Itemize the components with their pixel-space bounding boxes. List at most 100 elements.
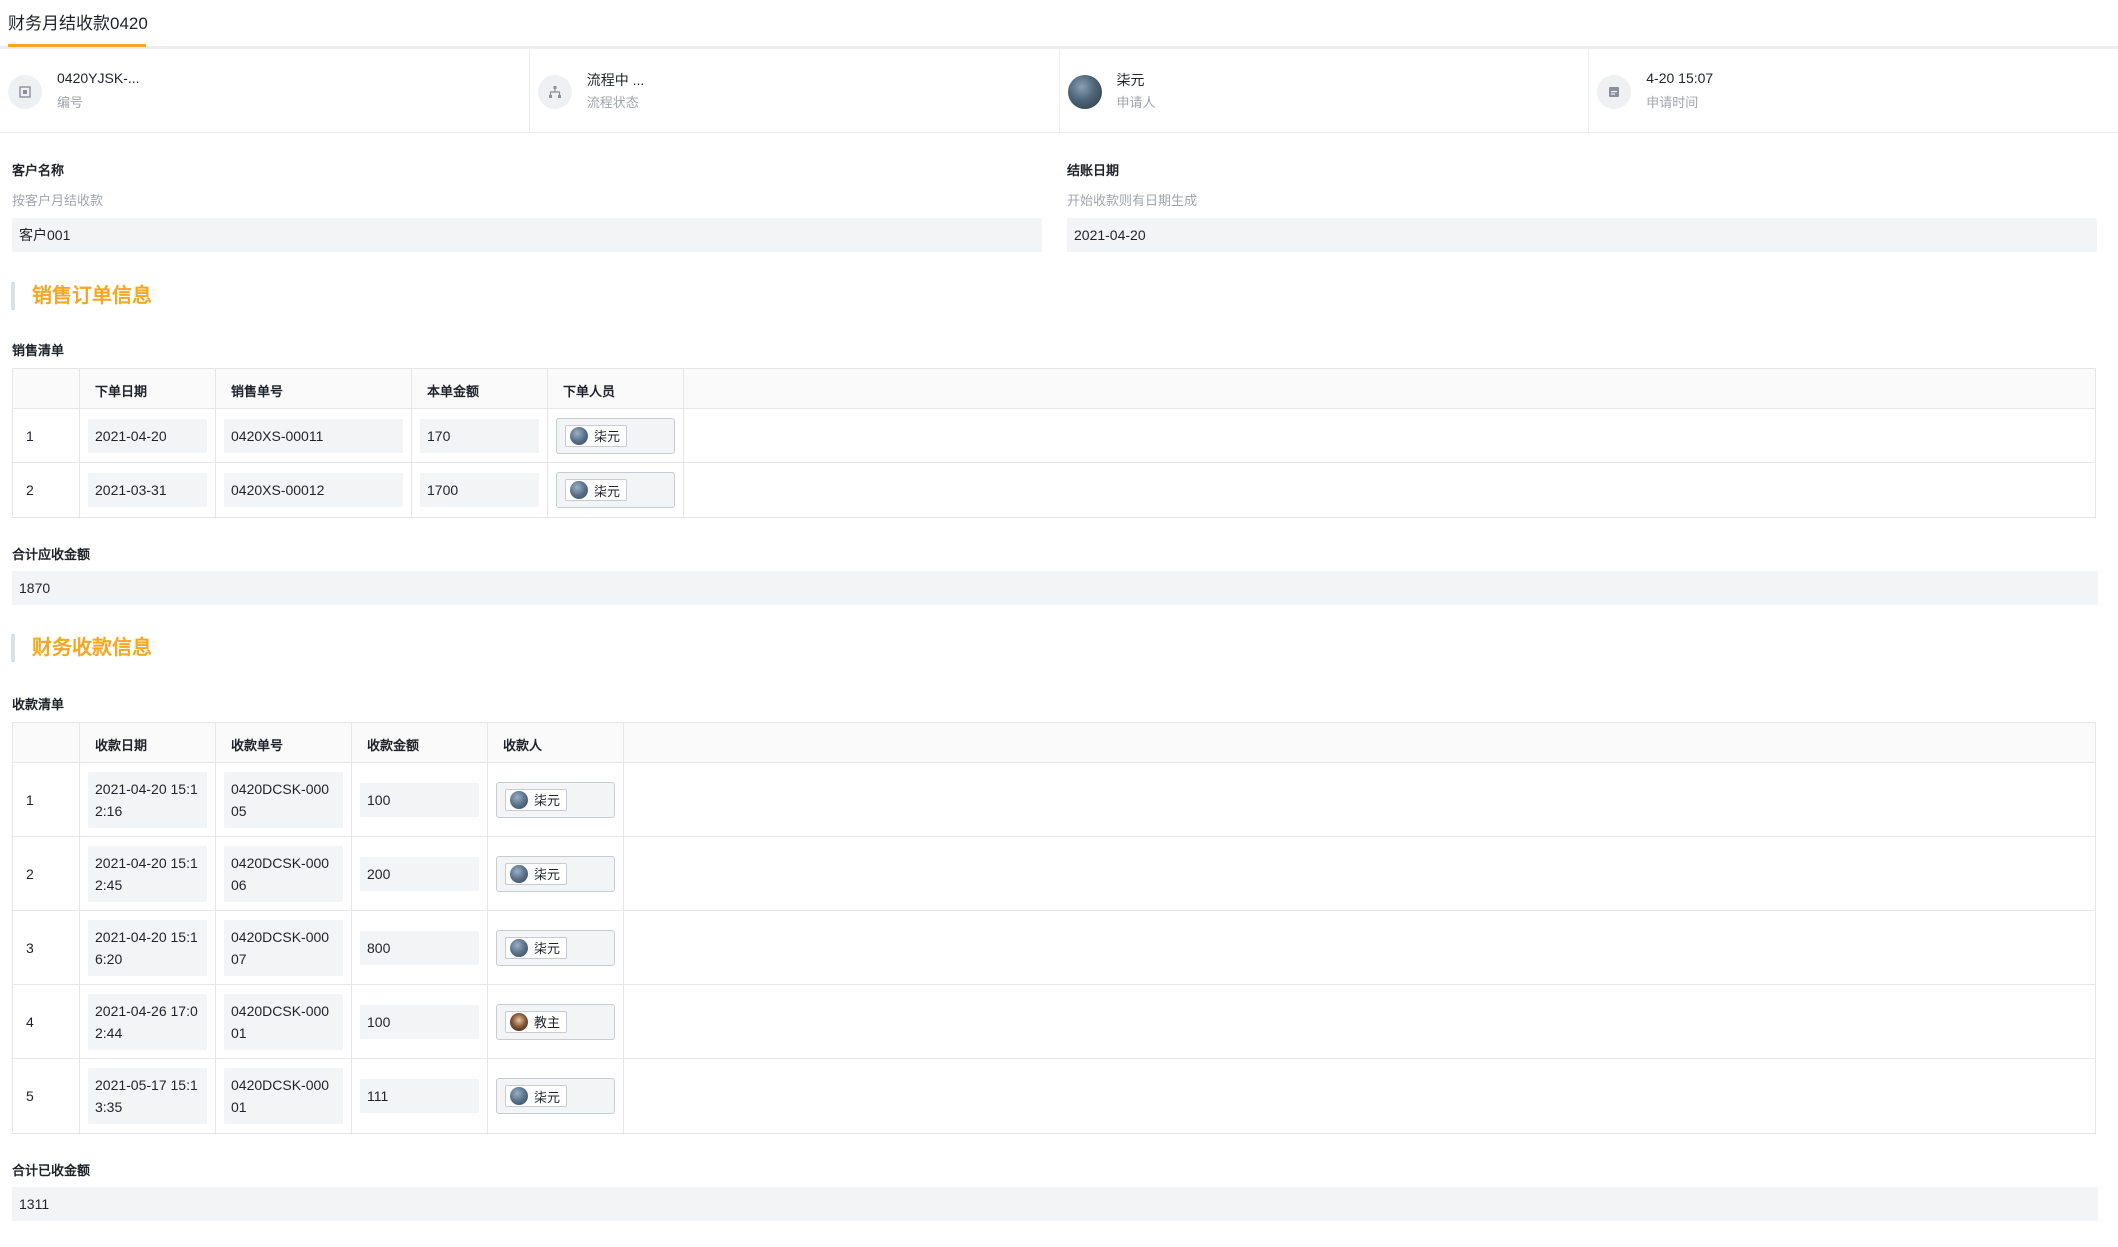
user-chip: 柒元	[505, 936, 568, 959]
user-name: 教主	[534, 1015, 561, 1030]
status-label: 流程状态	[586, 95, 639, 110]
user-name: 柒元	[594, 483, 621, 499]
number-label: 编号	[57, 95, 84, 110]
user-chip: 教主	[505, 1010, 568, 1033]
receipt-no-cell[interactable]: 0420DCSK-00001	[224, 1068, 343, 1124]
user-name: 柒元	[594, 429, 621, 444]
row-index: 4	[13, 985, 80, 1058]
table-row[interactable]: 2 2021-04-20 15:12:45 0420DCSK-00006 200…	[13, 837, 2095, 911]
info-time: 4-20 15:07 申请时间	[1589, 49, 2118, 132]
receipt-list-label: 收款清单	[12, 697, 65, 712]
table-row[interactable]: 4 2021-04-26 17:02:44 0420DCSK-00001 100…	[13, 985, 2095, 1059]
number-value: 0420YJSK-...	[57, 70, 140, 86]
total-received-label: 合计已收金额	[12, 1163, 91, 1178]
avatar	[1067, 75, 1102, 109]
flow-icon	[537, 75, 572, 109]
customer-label: 客户名称	[12, 163, 65, 178]
avatar	[510, 1012, 528, 1031]
receipt-date-cell[interactable]: 2021-04-20 15:12:45	[88, 845, 207, 902]
receipt-no-cell[interactable]: 0420DCSK-00006	[224, 845, 343, 902]
user-name: 柒元	[534, 941, 561, 956]
amount-cell[interactable]: 1700	[420, 473, 539, 507]
column-header: 收款单号	[216, 723, 352, 762]
user-chip: 柒元	[505, 1085, 568, 1107]
table-row[interactable]: 3 2021-04-20 15:16:20 0420DCSK-00007 800…	[13, 911, 2095, 985]
customer-field[interactable]: 客户001	[12, 218, 1042, 252]
page: 财务月结收款0420 0420YJSK-... 编号 流程中 ... 流程状态 …	[0, 0, 2118, 1247]
avatar	[510, 790, 528, 809]
receipt-amount-cell[interactable]: 100	[360, 1004, 479, 1039]
row-index: 2	[13, 837, 80, 910]
receipt-date-cell[interactable]: 2021-04-26 17:02:44	[88, 993, 207, 1050]
tab-bar: 财务月结收款0420	[0, 0, 2118, 49]
sales-list-label: 销售清单	[12, 343, 65, 358]
total-received-field[interactable]: 1311	[12, 1187, 2098, 1221]
settle-date-label: 结账日期	[1067, 163, 1120, 178]
receipt-table-header: 收款日期 收款单号 收款金额 收款人	[13, 723, 2095, 763]
user-picker[interactable]: 柒元	[496, 929, 615, 966]
total-receivable-field[interactable]: 1870	[12, 571, 2098, 605]
avatar	[510, 1087, 528, 1105]
table-row[interactable]: 2 2021-03-31 0420XS-00012 1700 柒元	[13, 463, 2095, 517]
table-row[interactable]: 5 2021-05-17 15:13:35 0420DCSK-00001 111…	[13, 1059, 2095, 1133]
user-chip: 柒元	[505, 862, 568, 885]
user-picker[interactable]: 柒元	[496, 781, 615, 818]
receipt-no-cell[interactable]: 0420DCSK-00001	[224, 993, 343, 1050]
order-no-cell[interactable]: 0420XS-00011	[224, 418, 403, 453]
order-date-cell[interactable]: 2021-04-20	[88, 418, 207, 453]
customer-hint: 按客户月结收款	[12, 193, 104, 208]
info-number: 0420YJSK-... 编号	[0, 49, 530, 132]
settle-date-hint: 开始收款则有日期生成	[1067, 193, 1198, 208]
receipt-amount-cell[interactable]: 100	[360, 782, 479, 817]
info-status: 流程中 ... 流程状态	[530, 49, 1060, 132]
receipt-no-cell[interactable]: 0420DCSK-00005	[224, 771, 343, 828]
index-column-header	[13, 723, 80, 762]
user-picker[interactable]: 柒元	[556, 472, 675, 508]
column-header: 收款人	[488, 723, 624, 762]
row-index: 2	[13, 463, 80, 517]
filler-column-header	[684, 369, 2095, 408]
user-picker[interactable]: 柒元	[496, 855, 615, 892]
user-picker[interactable]: 教主	[496, 1003, 615, 1040]
finance-section-title: 财务收款信息	[11, 634, 152, 662]
row-index: 1	[13, 409, 80, 462]
row-index: 3	[13, 911, 80, 984]
column-header: 收款日期	[80, 723, 216, 762]
total-receivable-label: 合计应收金额	[12, 547, 91, 562]
table-row[interactable]: 1 2021-04-20 15:12:16 0420DCSK-00005 100…	[13, 763, 2095, 837]
user-chip: 柒元	[565, 479, 628, 501]
receipt-amount-cell[interactable]: 111	[360, 1079, 479, 1113]
user-chip: 柒元	[565, 424, 628, 447]
user-picker[interactable]: 柒元	[496, 1078, 615, 1114]
info-strip: 0420YJSK-... 编号 流程中 ... 流程状态 柒元 申请人 4-20…	[0, 49, 2118, 133]
avatar	[510, 864, 528, 883]
receipt-date-cell[interactable]: 2021-04-20 15:12:16	[88, 771, 207, 828]
applicant-label: 申请人	[1116, 95, 1156, 110]
receipt-table: 收款日期 收款单号 收款金额 收款人 1 2021-04-20 15:12:16…	[12, 722, 2096, 1134]
document-icon	[8, 75, 42, 109]
applicant-value: 柒元	[1116, 72, 1145, 88]
sales-table-header: 下单日期 销售单号 本单金额 下单人员	[13, 369, 2095, 409]
tab-title[interactable]: 财务月结收款0420	[8, 0, 148, 49]
receipt-amount-cell[interactable]: 200	[360, 856, 479, 891]
receipt-amount-cell[interactable]: 800	[360, 930, 479, 965]
avatar	[570, 481, 588, 499]
column-header: 下单人员	[548, 369, 684, 408]
user-name: 柒元	[534, 1089, 561, 1105]
user-name: 柒元	[534, 867, 561, 882]
row-index: 5	[13, 1059, 80, 1133]
amount-cell[interactable]: 170	[420, 418, 539, 453]
receipt-date-cell[interactable]: 2021-04-20 15:16:20	[88, 919, 207, 976]
column-header: 本单金额	[412, 369, 548, 408]
user-picker[interactable]: 柒元	[556, 417, 675, 454]
column-header: 下单日期	[80, 369, 216, 408]
receipt-no-cell[interactable]: 0420DCSK-00007	[224, 919, 343, 976]
status-value: 流程中 ...	[586, 72, 645, 88]
order-date-cell[interactable]: 2021-03-31	[88, 473, 207, 507]
table-row[interactable]: 1 2021-04-20 0420XS-00011 170 柒元	[13, 409, 2095, 463]
time-value: 4-20 15:07	[1646, 70, 1714, 86]
column-header: 收款金额	[352, 723, 488, 762]
receipt-date-cell[interactable]: 2021-05-17 15:13:35	[88, 1068, 207, 1124]
order-no-cell[interactable]: 0420XS-00012	[224, 473, 403, 507]
settle-date-field[interactable]: 2021-04-20	[1067, 218, 2097, 252]
